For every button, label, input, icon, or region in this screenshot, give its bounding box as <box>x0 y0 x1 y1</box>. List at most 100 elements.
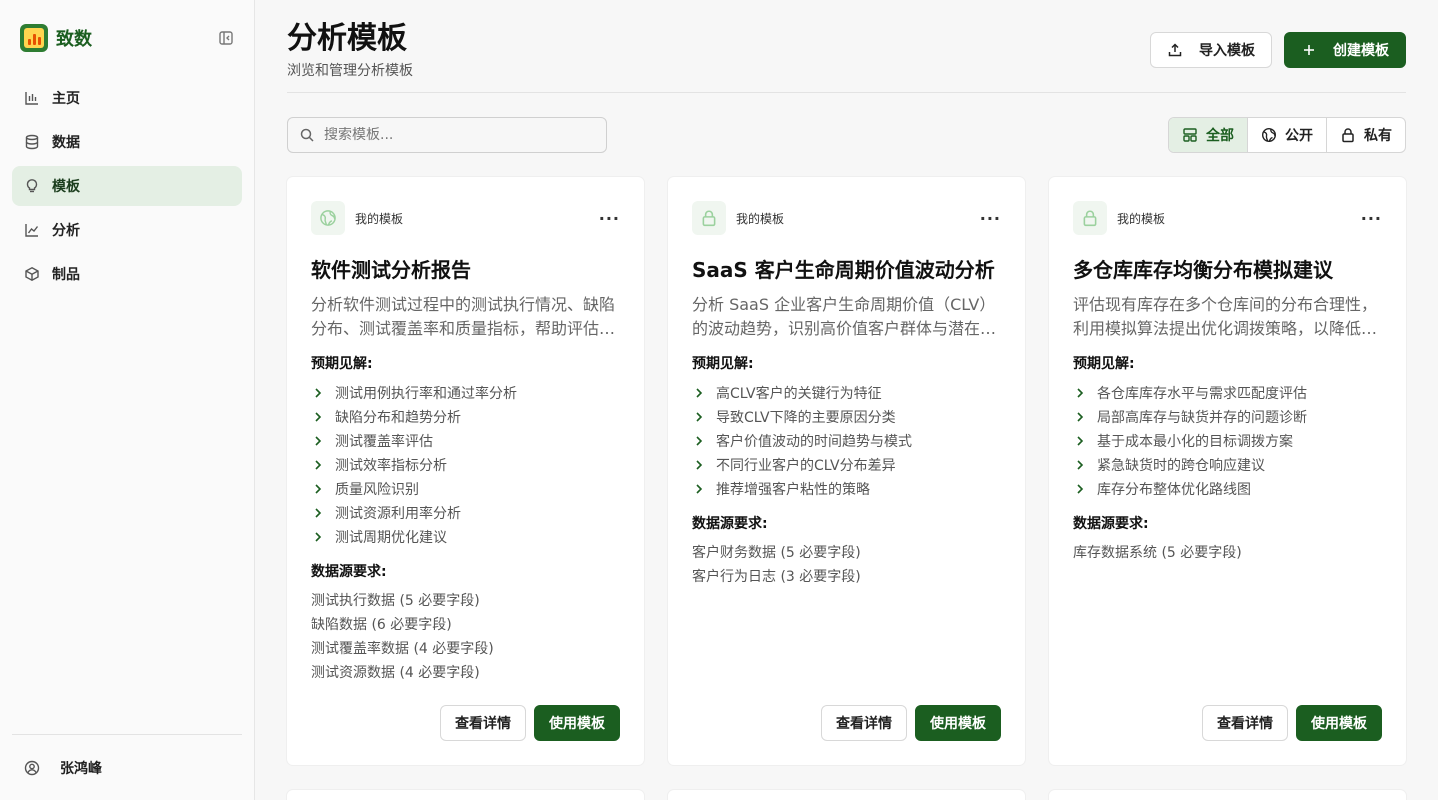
list-item: 局部高库存与缺货并存的问题诊断 <box>1073 405 1382 429</box>
toolbar: 全部 公开 私有 <box>287 117 1406 153</box>
more-options-icon[interactable]: ··· <box>599 209 620 228</box>
view-details-button[interactable]: 查看详情 <box>1202 705 1288 741</box>
list-item: 测试用例执行率和通过率分析 <box>311 381 620 405</box>
create-template-button[interactable]: 创建模板 <box>1284 32 1406 68</box>
chevron-right-icon <box>311 530 325 544</box>
create-template-label: 创建模板 <box>1333 43 1389 59</box>
upload-icon <box>1167 42 1183 58</box>
sidebar-item-templates[interactable]: 模板 <box>12 166 242 206</box>
chevron-right-icon <box>311 482 325 496</box>
app-root: 致数 主页 数据 模板 分析 制品 张鸿峰 分析模板 浏览和管理分析模板 导入模… <box>0 0 1438 800</box>
insights-list: 测试用例执行率和通过率分析 缺陷分布和趋势分析 测试覆盖率评估 测试效率指标分析… <box>311 381 620 549</box>
source-item: 库存数据系统 (5 必要字段) <box>1073 545 1242 561</box>
filter-all-label: 全部 <box>1206 128 1234 144</box>
insight-text: 局部高库存与缺货并存的问题诊断 <box>1097 410 1307 426</box>
globe-icon <box>311 201 345 235</box>
page-title: 分析模板 <box>287 21 407 56</box>
more-options-icon[interactable]: ··· <box>1361 209 1382 228</box>
use-template-button[interactable]: 使用模板 <box>1296 705 1382 741</box>
layout-grid-icon <box>1182 127 1198 143</box>
card-title: 软件测试分析报告 <box>311 258 471 282</box>
sources-list: 库存数据系统 (5 必要字段) <box>1073 541 1382 565</box>
card-description: 分析 SaaS 企业客户生命周期价值（CLV）的波动趋势，识别高价值客户群体与潜… <box>692 295 997 338</box>
chevron-right-icon <box>692 482 706 496</box>
sources-label: 数据源要求: <box>692 516 768 532</box>
app-logo-icon <box>20 24 48 52</box>
sidebar-item-home[interactable]: 主页 <box>12 78 242 118</box>
use-template-button[interactable]: 使用模板 <box>534 705 620 741</box>
chevron-right-icon <box>692 410 706 424</box>
plus-icon <box>1301 42 1317 58</box>
search-input[interactable] <box>324 127 594 143</box>
chevron-right-icon <box>311 506 325 520</box>
insight-text: 测试资源利用率分析 <box>335 506 461 522</box>
database-icon <box>24 134 40 150</box>
sidebar-nav: 主页 数据 模板 分析 制品 <box>0 76 254 300</box>
insight-text: 紧急缺货时的跨仓响应建议 <box>1097 458 1265 474</box>
list-item: 各仓库库存水平与需求匹配度评估 <box>1073 381 1382 405</box>
filter-all[interactable]: 全部 <box>1169 118 1247 152</box>
template-card-partial <box>1049 790 1406 800</box>
list-item: 测试周期优化建议 <box>311 525 620 549</box>
insight-text: 测试覆盖率评估 <box>335 434 433 450</box>
more-options-icon[interactable]: ··· <box>980 209 1001 228</box>
list-item: 缺陷分布和趋势分析 <box>311 405 620 429</box>
user-name: 张鸿峰 <box>60 760 102 777</box>
lightbulb-icon <box>24 178 40 194</box>
chevron-right-icon <box>1073 410 1087 424</box>
list-item: 不同行业客户的CLV分布差异 <box>692 453 1001 477</box>
lock-icon <box>1073 201 1107 235</box>
template-card[interactable]: 我的模板 ··· SaaS 客户生命周期价值波动分析 分析 SaaS 企业客户生… <box>668 177 1025 765</box>
visibility-filter: 全部 公开 私有 <box>1168 117 1406 153</box>
card-description: 分析软件测试过程中的测试执行情况、缺陷分布、测试覆盖率和质量指标，帮助评估软件质… <box>311 295 616 338</box>
insight-text: 基于成本最小化的目标调拨方案 <box>1097 434 1293 450</box>
sidebar-item-artifacts[interactable]: 制品 <box>12 254 242 294</box>
view-details-button[interactable]: 查看详情 <box>821 705 907 741</box>
insight-text: 不同行业客户的CLV分布差异 <box>716 458 896 474</box>
chevron-right-icon <box>311 410 325 424</box>
template-card[interactable]: 我的模板 ··· 软件测试分析报告 分析软件测试过程中的测试执行情况、缺陷分布、… <box>287 177 644 765</box>
insights-list: 高CLV客户的关键行为特征 导致CLV下降的主要原因分类 客户价值波动的时间趋势… <box>692 381 1001 501</box>
chevron-right-icon <box>692 434 706 448</box>
chevron-right-icon <box>311 386 325 400</box>
chevron-right-icon <box>1073 458 1087 472</box>
user-profile[interactable]: 张鸿峰 <box>12 734 242 800</box>
sidebar-item-label: 制品 <box>52 267 80 283</box>
insight-text: 推荐增强客户粘性的策略 <box>716 482 870 498</box>
brand: 致数 <box>0 0 254 76</box>
sidebar-collapse-icon[interactable] <box>218 30 234 46</box>
sidebar: 致数 主页 数据 模板 分析 制品 张鸿峰 <box>0 0 255 800</box>
sources-list: 客户财务数据 (5 必要字段) 客户行为日志 (3 必要字段) <box>692 541 1001 589</box>
list-item: 基于成本最小化的目标调拨方案 <box>1073 429 1382 453</box>
source-item: 缺陷数据 (6 必要字段) <box>311 617 452 633</box>
bar-chart-icon <box>24 90 40 106</box>
source-item: 客户财务数据 (5 必要字段) <box>692 545 861 561</box>
brand-name: 致数 <box>56 29 92 50</box>
page-subtitle: 浏览和管理分析模板 <box>287 63 413 79</box>
use-template-button[interactable]: 使用模板 <box>915 705 1001 741</box>
insights-label: 预期见解: <box>692 356 754 372</box>
insight-text: 缺陷分布和趋势分析 <box>335 410 461 426</box>
filter-private[interactable]: 私有 <box>1326 118 1405 152</box>
sidebar-item-analysis[interactable]: 分析 <box>12 210 242 250</box>
import-template-button[interactable]: 导入模板 <box>1150 32 1272 68</box>
import-template-label: 导入模板 <box>1199 43 1255 59</box>
filter-public[interactable]: 公开 <box>1247 118 1326 152</box>
list-item: 紧急缺货时的跨仓响应建议 <box>1073 453 1382 477</box>
insight-text: 库存分布整体优化路线图 <box>1097 482 1251 498</box>
insights-label: 预期见解: <box>311 356 373 372</box>
sidebar-item-data[interactable]: 数据 <box>12 122 242 162</box>
insight-text: 各仓库库存水平与需求匹配度评估 <box>1097 386 1307 402</box>
list-item: 测试覆盖率评估 <box>311 429 620 453</box>
template-card[interactable]: 我的模板 ··· 多仓库库存均衡分布模拟建议 评估现有库存在多个仓库间的分布合理… <box>1049 177 1406 765</box>
source-item: 测试覆盖率数据 (4 必要字段) <box>311 641 494 657</box>
view-details-button[interactable]: 查看详情 <box>440 705 526 741</box>
lock-icon <box>692 201 726 235</box>
list-item: 客户价值波动的时间趋势与模式 <box>692 429 1001 453</box>
list-item: 导致CLV下降的主要原因分类 <box>692 405 1001 429</box>
search-box <box>287 117 607 153</box>
template-card-grid: 我的模板 ··· 软件测试分析报告 分析软件测试过程中的测试执行情况、缺陷分布、… <box>287 177 1406 765</box>
cube-icon <box>24 266 40 282</box>
user-avatar-icon <box>24 760 40 776</box>
source-item: 测试执行数据 (5 必要字段) <box>311 593 480 609</box>
